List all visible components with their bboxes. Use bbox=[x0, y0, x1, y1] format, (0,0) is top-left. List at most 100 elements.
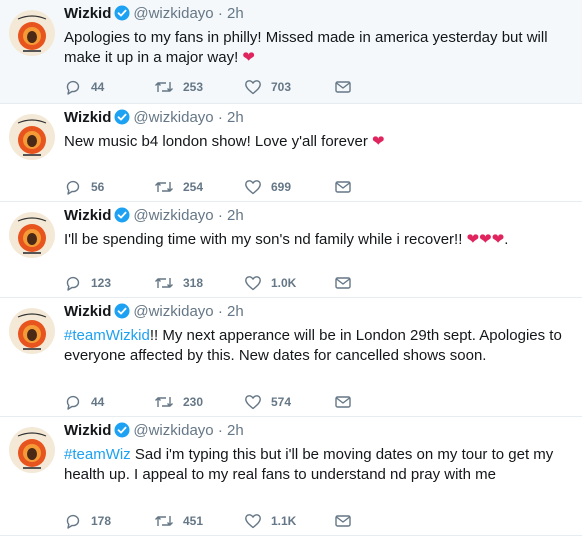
retweet-icon bbox=[154, 274, 174, 292]
tweet-content: Wizkid @wizkidayo · 2h New music b4 londo… bbox=[64, 108, 578, 152]
retweet-icon bbox=[154, 178, 174, 196]
separator-dot: · bbox=[217, 303, 223, 320]
tweet-header: Wizkid @wizkidayo · 2h bbox=[64, 421, 578, 444]
retweet-button[interactable]: 253 bbox=[154, 77, 203, 97]
heart-emoji: ❤ bbox=[372, 133, 385, 150]
avatar[interactable] bbox=[9, 10, 55, 56]
timestamp[interactable]: 2h bbox=[227, 422, 244, 439]
heart-emoji: ❤❤❤ bbox=[466, 231, 505, 248]
tweet-text: New music b4 london show! Love y'all for… bbox=[64, 132, 578, 152]
retweet-icon bbox=[154, 393, 174, 411]
avatar[interactable] bbox=[9, 212, 55, 258]
retweet-icon bbox=[154, 78, 174, 96]
verified-badge-icon bbox=[114, 303, 130, 325]
retweet-count: 230 bbox=[183, 395, 204, 409]
user-handle[interactable]: @wizkidayo bbox=[133, 109, 213, 126]
like-button[interactable]: 703 bbox=[244, 77, 291, 97]
heart-icon bbox=[244, 274, 262, 292]
envelope-icon bbox=[334, 512, 352, 530]
avatar[interactable] bbox=[9, 308, 55, 354]
tweet-body: Apologies to my fans in philly! Missed m… bbox=[64, 29, 548, 66]
timestamp[interactable]: 2h bbox=[227, 303, 244, 320]
display-name[interactable]: Wizkid bbox=[64, 207, 111, 224]
tweet-body: Sad i'm typing this but i'll be moving d… bbox=[64, 446, 554, 483]
retweet-button[interactable]: 451 bbox=[154, 511, 203, 531]
tweet-text: Apologies to my fans in philly! Missed m… bbox=[64, 28, 578, 68]
direct-message-button[interactable] bbox=[334, 77, 352, 97]
tweet[interactable]: Wizkid @wizkidayo · 2h #teamWiz Sad i'm t… bbox=[0, 417, 582, 536]
tweet[interactable]: Wizkid @wizkidayo · 2h #teamWizkid!! My n… bbox=[0, 298, 582, 417]
tweet-text: I'll be spending time with my son's nd f… bbox=[64, 230, 578, 250]
tweet-body: New music b4 london show! Love y'all for… bbox=[64, 133, 373, 150]
avatar[interactable] bbox=[9, 427, 55, 473]
direct-message-button[interactable] bbox=[334, 273, 352, 293]
like-button[interactable]: 1.1K bbox=[244, 511, 296, 531]
retweet-button[interactable]: 254 bbox=[154, 177, 203, 197]
reply-icon bbox=[64, 274, 82, 292]
tweet-content: Wizkid @wizkidayo · 2h Apologies to my fa… bbox=[64, 4, 578, 68]
tweet-body: I'll be spending time with my son's nd f… bbox=[64, 231, 467, 248]
timestamp[interactable]: 2h bbox=[227, 207, 244, 224]
heart-icon bbox=[244, 178, 262, 196]
retweet-icon bbox=[154, 512, 174, 530]
heart-icon bbox=[244, 512, 262, 530]
retweet-button[interactable]: 318 bbox=[154, 273, 203, 293]
user-handle[interactable]: @wizkidayo bbox=[133, 5, 213, 22]
display-name[interactable]: Wizkid bbox=[64, 109, 111, 126]
heart-icon bbox=[244, 393, 262, 411]
reply-icon bbox=[64, 78, 82, 96]
tweet[interactable]: Wizkid @wizkidayo · 2h Apologies to my fa… bbox=[0, 0, 582, 104]
like-button[interactable]: 574 bbox=[244, 392, 291, 412]
separator-dot: · bbox=[217, 5, 223, 22]
user-handle[interactable]: @wizkidayo bbox=[133, 422, 213, 439]
reply-button[interactable]: 44 bbox=[64, 77, 104, 97]
tweet-content: Wizkid @wizkidayo · 2h I'll be spending t… bbox=[64, 206, 578, 250]
user-handle[interactable]: @wizkidayo bbox=[133, 303, 213, 320]
display-name[interactable]: Wizkid bbox=[64, 422, 111, 439]
hashtag-link[interactable]: #teamWizkid bbox=[64, 327, 150, 344]
tweet[interactable]: Wizkid @wizkidayo · 2h I'll be spending t… bbox=[0, 202, 582, 298]
tweet-timeline: Wizkid @wizkidayo · 2h Apologies to my fa… bbox=[0, 0, 582, 536]
envelope-icon bbox=[334, 393, 352, 411]
user-handle[interactable]: @wizkidayo bbox=[133, 207, 213, 224]
envelope-icon bbox=[334, 78, 352, 96]
reply-button[interactable]: 123 bbox=[64, 273, 111, 293]
reply-button[interactable]: 178 bbox=[64, 511, 111, 531]
reply-count: 178 bbox=[91, 514, 112, 528]
direct-message-button[interactable] bbox=[334, 511, 352, 531]
separator-dot: · bbox=[217, 109, 223, 126]
hashtag-link[interactable]: #teamWiz bbox=[64, 446, 131, 463]
reply-button[interactable]: 56 bbox=[64, 177, 104, 197]
retweet-count: 451 bbox=[183, 514, 204, 528]
like-button[interactable]: 1.0K bbox=[244, 273, 296, 293]
heart-emoji: ❤ bbox=[242, 49, 255, 66]
direct-message-button[interactable] bbox=[334, 392, 352, 412]
tweet-header: Wizkid @wizkidayo · 2h bbox=[64, 108, 578, 131]
verified-badge-icon bbox=[114, 5, 130, 27]
like-button[interactable]: 699 bbox=[244, 177, 291, 197]
like-count: 699 bbox=[271, 180, 292, 194]
envelope-icon bbox=[334, 178, 352, 196]
display-name[interactable]: Wizkid bbox=[64, 303, 111, 320]
tweet[interactable]: Wizkid @wizkidayo · 2h New music b4 londo… bbox=[0, 104, 582, 202]
like-count: 574 bbox=[271, 395, 292, 409]
tweet-content: Wizkid @wizkidayo · 2h #teamWiz Sad i'm t… bbox=[64, 421, 578, 485]
verified-badge-icon bbox=[114, 109, 130, 131]
separator-dot: · bbox=[217, 422, 223, 439]
separator-dot: · bbox=[217, 207, 223, 224]
reply-icon bbox=[64, 393, 82, 411]
avatar[interactable] bbox=[9, 114, 55, 160]
retweet-count: 254 bbox=[183, 180, 204, 194]
tweet-header: Wizkid @wizkidayo · 2h bbox=[64, 4, 578, 27]
reply-icon bbox=[64, 178, 82, 196]
timestamp[interactable]: 2h bbox=[227, 5, 244, 22]
tweet-text: #teamWiz Sad i'm typing this but i'll be… bbox=[64, 445, 578, 485]
reply-icon bbox=[64, 512, 82, 530]
direct-message-button[interactable] bbox=[334, 177, 352, 197]
retweet-button[interactable]: 230 bbox=[154, 392, 203, 412]
timestamp[interactable]: 2h bbox=[227, 109, 244, 126]
heart-icon bbox=[244, 78, 262, 96]
display-name[interactable]: Wizkid bbox=[64, 5, 111, 22]
reply-count: 44 bbox=[91, 395, 105, 409]
reply-button[interactable]: 44 bbox=[64, 392, 104, 412]
